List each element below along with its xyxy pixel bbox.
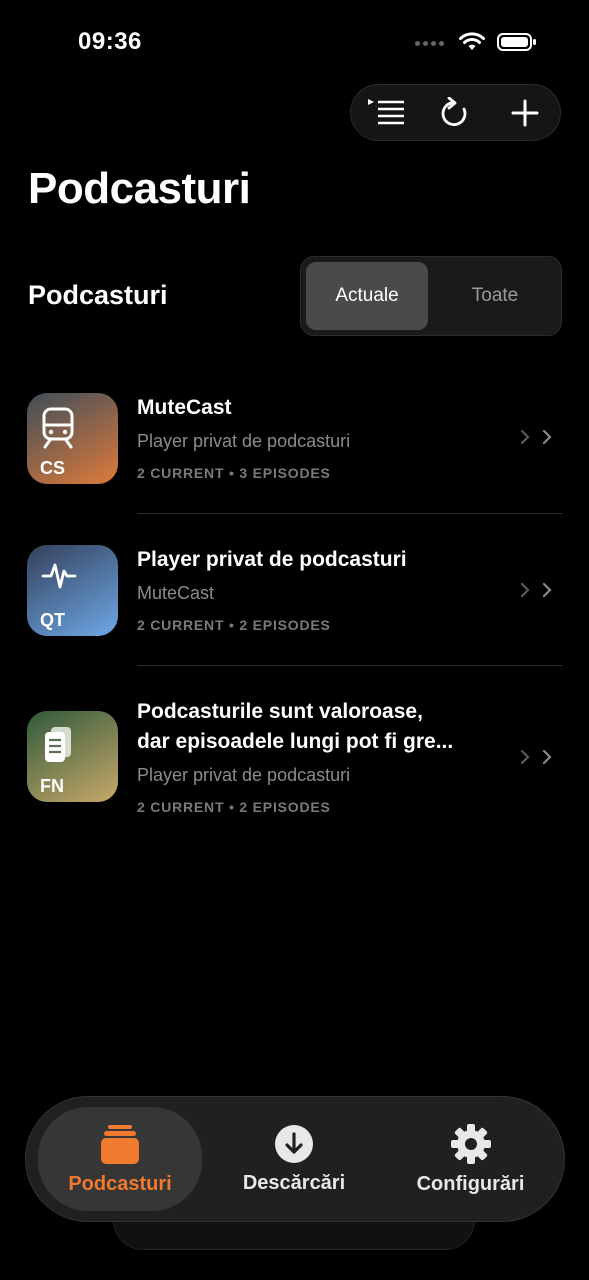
segment-actuale[interactable]: Actuale [306, 262, 428, 330]
train-icon [42, 407, 74, 449]
podcast-subtitle: Player privat de podcasturi [137, 765, 351, 785]
toolbar [350, 84, 561, 141]
divider [137, 665, 562, 666]
page-title: Podcasturi [28, 164, 251, 213]
podcast-title: MuteCast [137, 396, 232, 419]
status-time: 09:36 [78, 28, 142, 55]
podcast-title-line2: dar episoadele lungi pot fi gre... [137, 730, 454, 753]
status-icons [415, 32, 537, 52]
stacked-squares-icon [101, 1124, 139, 1164]
artwork-abbr: CS [40, 458, 66, 478]
tab-label: Configurări [416, 1172, 525, 1195]
divider [137, 513, 562, 514]
podcast-row[interactable]: CS MuteCast Player privat de podcasturi … [0, 393, 589, 493]
artwork-abbr: QT [40, 610, 65, 630]
chevron-right-icon [520, 582, 530, 598]
plus-icon [511, 99, 539, 126]
tab-descarcari[interactable]: Descărcări [214, 1107, 374, 1211]
cellular-signal-icon [415, 33, 447, 51]
podcast-row[interactable]: FN Podcasturile sunt valoroase, dar epis… [0, 697, 589, 827]
artwork-abbr: FN [40, 776, 64, 796]
podcast-artwork: QT [27, 545, 118, 636]
podcast-meta: 2 CURRENT • 2 EPISODES [137, 617, 331, 633]
chevron-right-icon [542, 749, 552, 765]
tab-configurari[interactable]: Configurări [388, 1107, 553, 1211]
podcast-title: Player privat de podcasturi [137, 548, 407, 571]
wifi-icon [459, 32, 485, 50]
refresh-button[interactable] [429, 87, 481, 139]
tab-label: Podcasturi [68, 1172, 172, 1195]
documents-icon [45, 727, 71, 762]
segment-toate[interactable]: Toate [433, 262, 557, 330]
gear-icon [450, 1123, 491, 1164]
waveform-icon [41, 563, 77, 589]
tab-bar: Podcasturi Descărcări Configurări [25, 1096, 565, 1222]
chevrons [520, 429, 560, 445]
chevron-right-icon [542, 429, 552, 445]
podcast-meta: 2 CURRENT • 3 EPISODES [137, 465, 331, 481]
podcast-title-line1: Podcasturile sunt valoroase, [137, 700, 423, 723]
podcast-meta: 2 CURRENT • 2 EPISODES [137, 799, 331, 815]
tab-podcasturi[interactable]: Podcasturi [38, 1107, 202, 1211]
podcast-row[interactable]: QT Player privat de podcasturi MuteCast … [0, 545, 589, 645]
chevron-right-icon [520, 429, 530, 445]
refresh-icon [442, 96, 467, 126]
section-title: Podcasturi [28, 280, 168, 310]
podcast-subtitle: Player privat de podcasturi [137, 431, 351, 451]
chevrons [520, 582, 560, 598]
chevron-right-icon [520, 749, 530, 765]
add-podcast-button[interactable] [499, 87, 551, 139]
podcast-subtitle: MuteCast [137, 583, 215, 603]
podcast-artwork: FN [27, 711, 118, 802]
tab-label: Descărcări [242, 1171, 346, 1194]
chevron-right-icon [542, 582, 552, 598]
download-circle-icon [275, 1124, 313, 1163]
battery-icon [497, 33, 536, 51]
chevrons [520, 749, 560, 765]
podcast-artwork: CS [27, 393, 118, 484]
queue-list-icon [367, 98, 404, 124]
queue-button[interactable] [360, 87, 412, 139]
filter-segmented-control: Actuale Toate [300, 256, 562, 336]
